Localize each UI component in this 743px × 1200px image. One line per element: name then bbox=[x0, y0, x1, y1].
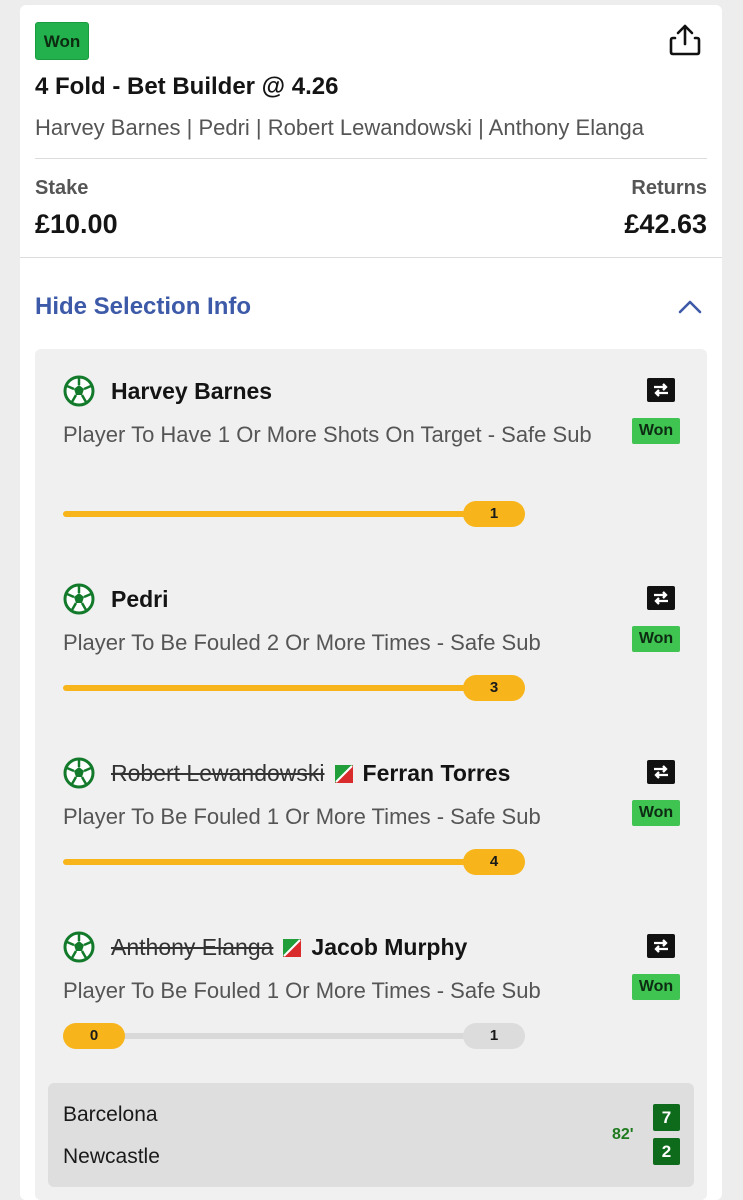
match-minute: 82' bbox=[612, 1126, 634, 1143]
bet-card: Won 4 Fold - Bet Builder @ 4.26 Harvey B… bbox=[20, 5, 722, 1200]
football-icon bbox=[63, 931, 95, 963]
away-score: 2 bbox=[653, 1138, 680, 1165]
market-description: Player To Have 1 Or More Shots On Target… bbox=[63, 422, 592, 447]
returns-label: Returns bbox=[631, 177, 707, 199]
progress-track bbox=[63, 859, 525, 865]
player-name: Pedri bbox=[111, 586, 169, 613]
divider bbox=[20, 257, 722, 258]
substituted-player-name: Robert Lewandowski bbox=[111, 760, 325, 786]
divider bbox=[35, 158, 707, 159]
football-icon bbox=[63, 375, 95, 407]
hide-selection-info-link[interactable]: Hide Selection Info bbox=[35, 293, 251, 321]
swap-icon[interactable] bbox=[646, 933, 676, 959]
stake-label: Stake bbox=[35, 177, 89, 199]
market-description: Player To Be Fouled 1 Or More Times - Sa… bbox=[63, 978, 541, 1003]
progress-track bbox=[63, 685, 525, 691]
player-name-text: Harvey Barnes bbox=[111, 378, 273, 404]
progress-track bbox=[63, 1033, 525, 1039]
home-score: 7 bbox=[653, 1104, 680, 1131]
player-name-text: Ferran Torres bbox=[362, 760, 511, 786]
swap-icon[interactable] bbox=[646, 377, 676, 403]
market-description: Player To Be Fouled 1 Or More Times - Sa… bbox=[63, 804, 541, 829]
substituted-player-name: Anthony Elanga bbox=[111, 934, 274, 960]
progress-target: 1 bbox=[463, 1023, 525, 1049]
away-team: Newcastle bbox=[63, 1145, 160, 1168]
selection-status-badge: Won bbox=[632, 800, 680, 826]
bet-status-badge: Won bbox=[35, 22, 89, 60]
home-team: Barcelona bbox=[63, 1103, 158, 1126]
progress-value: 4 bbox=[463, 849, 525, 875]
stake-value: £10.00 bbox=[35, 209, 118, 239]
swap-icon[interactable] bbox=[646, 585, 676, 611]
swap-icon[interactable] bbox=[646, 759, 676, 785]
player-name-text: Pedri bbox=[111, 586, 169, 612]
bet-title: 4 Fold - Bet Builder @ 4.26 bbox=[35, 73, 339, 100]
share-icon[interactable] bbox=[668, 23, 702, 57]
selection-status-badge: Won bbox=[632, 418, 680, 444]
progress-track bbox=[63, 511, 525, 517]
selection-status-badge: Won bbox=[632, 974, 680, 1000]
progress-value: 0 bbox=[63, 1023, 125, 1049]
returns-value: £42.63 bbox=[624, 209, 707, 239]
football-icon bbox=[63, 757, 95, 789]
player-name: Harvey Barnes bbox=[111, 378, 272, 405]
player-name: Anthony Elanga Jacob Murphy bbox=[111, 934, 467, 961]
player-name-text: Jacob Murphy bbox=[311, 934, 468, 960]
progress-value: 1 bbox=[463, 501, 525, 527]
substitution-arrow-icon bbox=[283, 938, 302, 957]
selection-status-badge: Won bbox=[632, 626, 680, 652]
football-icon bbox=[63, 583, 95, 615]
substitution-arrow-icon bbox=[334, 764, 353, 783]
live-score-box[interactable]: Barcelona Newcastle 82' 7 2 bbox=[48, 1083, 694, 1187]
chevron-up-icon[interactable] bbox=[677, 297, 703, 317]
selections-panel: Harvey Barnes Won Player To Have 1 Or Mo… bbox=[35, 349, 707, 1200]
progress-value: 3 bbox=[463, 675, 525, 701]
bet-players-summary: Harvey Barnes | Pedri | Robert Lewandows… bbox=[35, 115, 645, 140]
player-name: Robert Lewandowski Ferran Torres bbox=[111, 760, 510, 787]
market-description: Player To Be Fouled 2 Or More Times - Sa… bbox=[63, 630, 541, 655]
